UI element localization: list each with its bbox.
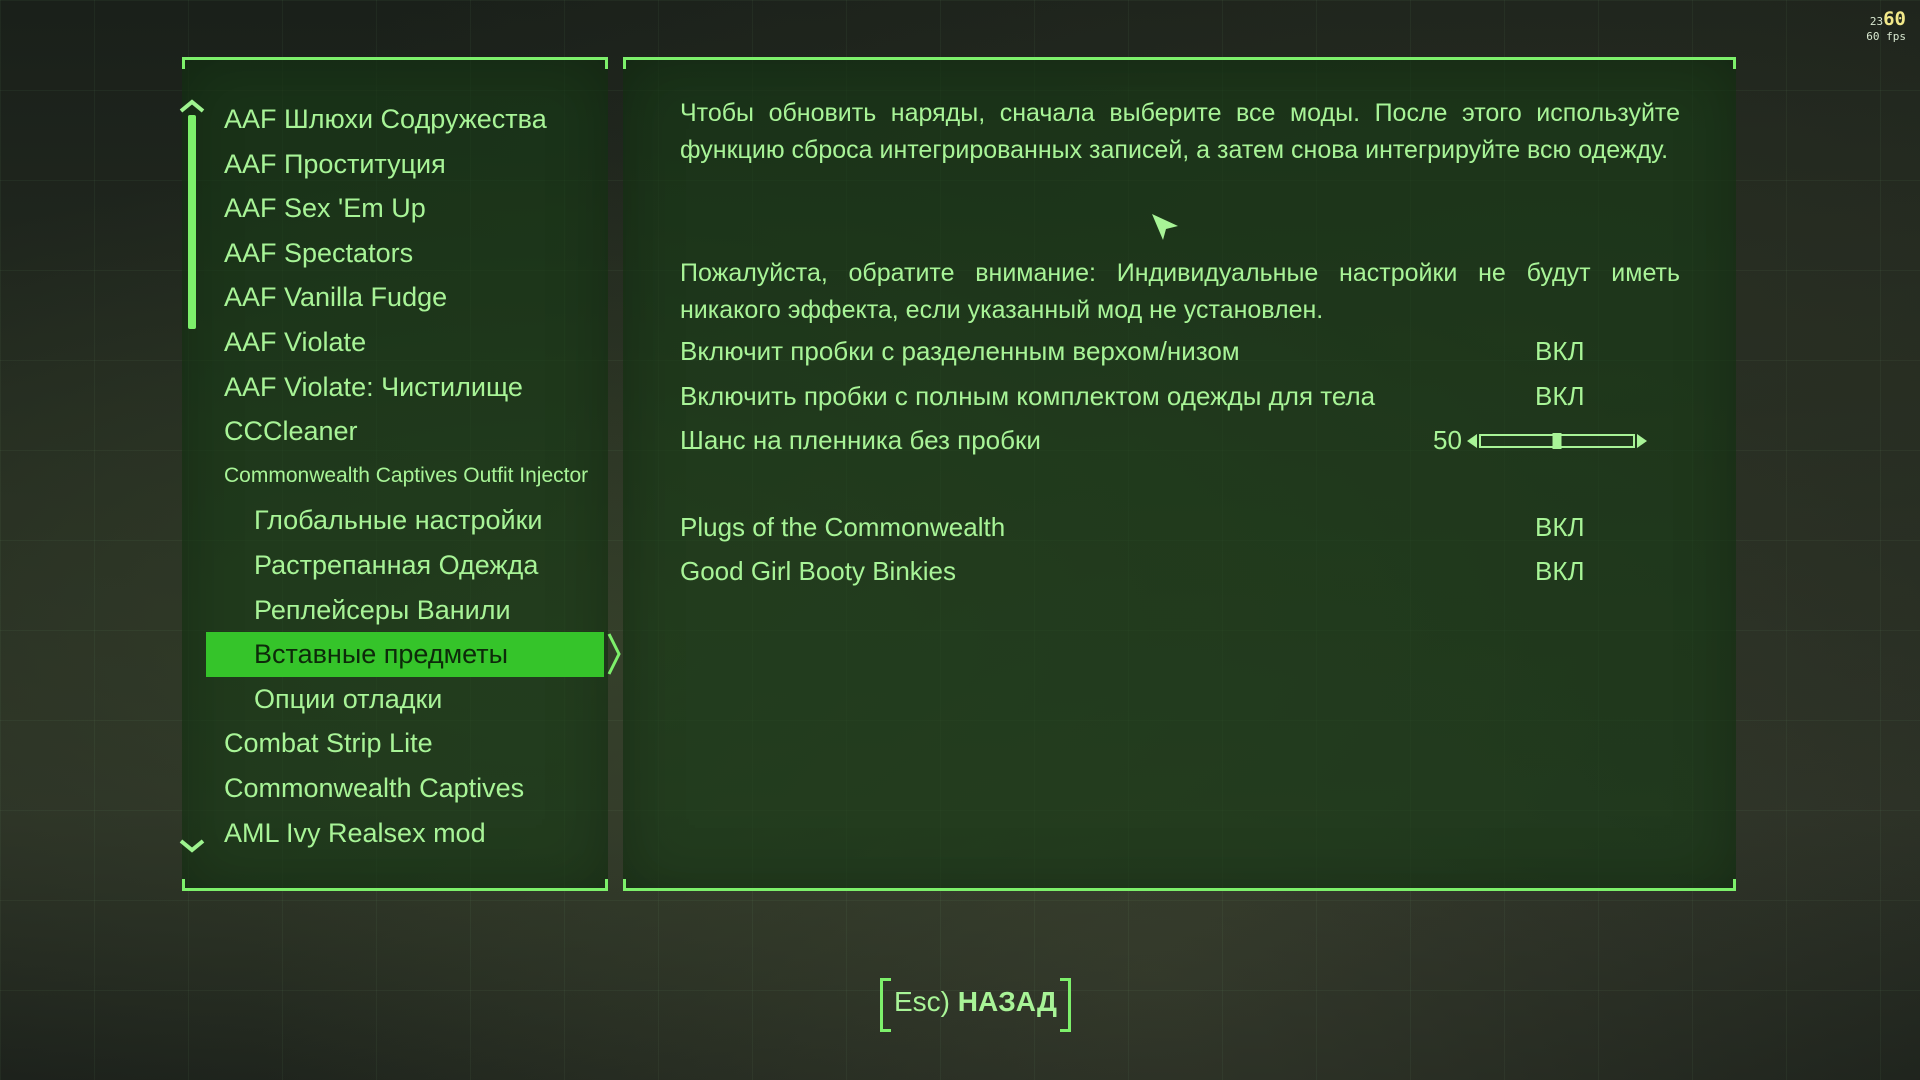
panel-corner — [182, 879, 185, 891]
list-item[interactable]: AAF Violate: Чистилище — [182, 365, 608, 410]
list-subitem[interactable]: Растрепанная Одежда — [182, 543, 608, 588]
notice-text: Пожалуйста, обратите внимание: Индивидуа… — [680, 259, 1680, 324]
list-item[interactable]: AAF Sex 'Em Up — [182, 186, 608, 231]
list-subitem[interactable]: Опции отладки — [182, 677, 608, 722]
settings-panel: Чтобы обновить наряды, сначала выберите … — [623, 57, 1736, 891]
panel-border-top — [623, 57, 1736, 60]
setting-label: Включить пробки с полным комплектом одеж… — [680, 380, 1376, 411]
slider-left-arrow-icon[interactable] — [1467, 434, 1477, 449]
fps-label: 60 fps — [1866, 30, 1906, 43]
setting-plugs-commonwealth[interactable]: Plugs of the Commonwealth ВКЛ — [680, 505, 1680, 550]
setting-label: Plugs of the Commonwealth — [680, 511, 1006, 542]
panel-corner — [623, 879, 626, 891]
setting-full-outfit-plugs[interactable]: Включить пробки с полным комплектом одеж… — [680, 374, 1680, 419]
list-item[interactable]: AAF Vanilla Fudge — [182, 275, 608, 320]
mouse-cursor-icon — [1152, 214, 1178, 240]
list-subitem-selected[interactable]: Вставные предметы — [206, 632, 621, 677]
slider-value: 50 — [1433, 425, 1462, 456]
setting-label: Good Girl Booty Binkies — [680, 556, 957, 587]
fps-big: 60 — [1883, 8, 1906, 30]
slider-right-arrow-icon[interactable] — [1637, 434, 1647, 449]
setting-booty-binkies[interactable]: Good Girl Booty Binkies ВКЛ — [680, 549, 1680, 594]
mod-list: AAF Шлюхи Содружества AAF Проституция AA… — [182, 97, 621, 856]
panel-border-bottom — [623, 888, 1736, 891]
panel-corner — [605, 879, 608, 891]
back-button[interactable]: Esc) НАЗАД — [880, 978, 1071, 1032]
list-item[interactable]: CCCleaner — [182, 409, 608, 454]
panel-corner — [182, 57, 185, 69]
list-item[interactable]: Combat Strip Lite — [182, 721, 608, 766]
toggle-value[interactable]: ВКЛ — [1535, 329, 1585, 374]
list-item[interactable]: Commonwealth Captives — [182, 766, 608, 811]
slider-label: Шанс на пленника без пробки — [680, 425, 1041, 456]
back-key: Esc) — [894, 986, 950, 1017]
toggle-value[interactable]: ВКЛ — [1535, 505, 1585, 550]
panel-corner — [1733, 57, 1736, 69]
mod-list-panel: AAF Шлюхи Содружества AAF Проституция AA… — [179, 57, 621, 891]
chance-slider[interactable] — [1467, 432, 1647, 450]
panel-corner — [605, 57, 608, 69]
list-subitem[interactable]: Реплейсеры Ванили — [182, 588, 608, 633]
bracket-left — [880, 978, 891, 1032]
list-subitem[interactable]: Глобальные настройки — [182, 498, 608, 543]
back-label: НАЗАД — [957, 986, 1057, 1017]
list-item[interactable]: AAF Проституция — [182, 142, 608, 187]
panel-border-bottom — [182, 888, 608, 891]
list-item[interactable]: AAF Violate — [182, 320, 608, 365]
slider-thumb[interactable] — [1552, 433, 1562, 450]
fps-counter: 2360 60 fps — [1866, 8, 1906, 43]
panel-corner — [623, 57, 626, 69]
list-item[interactable]: AAF Spectators — [182, 231, 608, 276]
settings-content: Чтобы обновить наряды, сначала выберите … — [680, 95, 1680, 594]
selected-label: Вставные предметы — [254, 639, 509, 670]
list-item[interactable]: Commonwealth Captives Outfit Injector — [182, 454, 608, 499]
panel-corner — [1733, 879, 1736, 891]
bracket-right — [1059, 978, 1071, 1032]
list-item[interactable]: AML Ivy Realsex mod — [182, 811, 608, 856]
setting-captive-chance[interactable]: Шанс на пленника без пробки 50 — [680, 418, 1680, 463]
panel-border-top — [182, 57, 608, 60]
setting-label: Включит пробки с разделенным верхом/низо… — [680, 336, 1240, 366]
setting-split-plugs[interactable]: Включит пробки с разделенным верхом/низо… — [680, 329, 1680, 374]
toggle-value[interactable]: ВКЛ — [1535, 374, 1585, 419]
selection-arrow-icon — [607, 633, 621, 675]
toggle-value[interactable]: ВКЛ — [1535, 549, 1585, 594]
fps-small: 23 — [1869, 15, 1884, 28]
list-item[interactable]: AAF Шлюхи Содружества — [182, 97, 608, 142]
intro-text: Чтобы обновить наряды, сначала выберите … — [680, 99, 1680, 164]
